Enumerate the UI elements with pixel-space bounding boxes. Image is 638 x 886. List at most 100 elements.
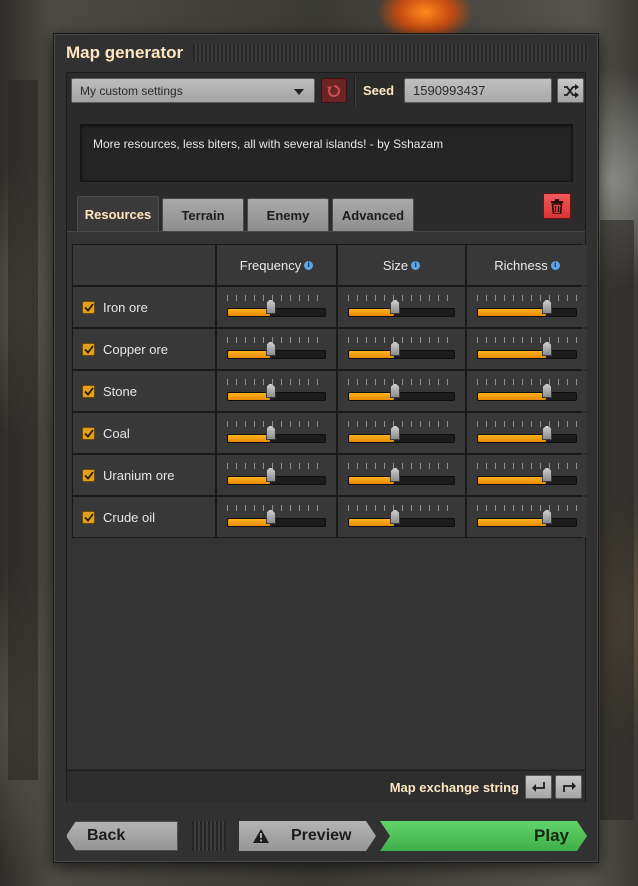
size-cell	[338, 371, 465, 411]
richness-slider[interactable]	[477, 461, 577, 489]
slider-ticks	[477, 337, 577, 347]
resource-checkbox[interactable]	[82, 342, 95, 356]
resource-checkbox[interactable]	[82, 510, 95, 524]
richness-cell	[467, 455, 587, 495]
slider-fill	[478, 309, 546, 316]
exchange-string-bar: Map exchange string	[67, 770, 585, 802]
delete-preset-button[interactable]	[543, 193, 571, 219]
chevron-down-icon	[294, 89, 304, 95]
column-label: Size	[382, 257, 409, 273]
richness-slider[interactable]	[477, 293, 577, 321]
richness-slider[interactable]	[477, 335, 577, 363]
trash-icon	[551, 198, 563, 214]
richness-cell	[467, 329, 587, 369]
slider-ticks	[348, 505, 455, 515]
table-row: Coal	[73, 413, 215, 453]
shuffle-icon	[563, 83, 579, 98]
preset-dropdown[interactable]: My custom settings	[71, 78, 315, 103]
info-icon[interactable]: i	[550, 260, 560, 270]
frequency-cell	[217, 371, 336, 411]
frequency-slider[interactable]	[227, 461, 326, 489]
column-label: Frequency	[239, 257, 302, 273]
preset-description: More resources, less biters, all with se…	[80, 124, 573, 182]
resource-checkbox[interactable]	[82, 468, 95, 482]
frequency-slider[interactable]	[227, 377, 326, 405]
reset-icon	[327, 84, 340, 97]
seed-input[interactable]: 1590993437	[404, 78, 552, 103]
preview-button[interactable]: Preview	[239, 821, 376, 851]
resources-panel: Frequency i Size i Richness i Iron ore Co…	[67, 231, 587, 769]
size-slider[interactable]	[348, 335, 455, 363]
settings-panel: My custom settings Seed 1590993437 More …	[66, 72, 587, 802]
resource-name: Coal	[103, 425, 130, 441]
size-slider[interactable]	[348, 377, 455, 405]
frequency-slider[interactable]	[227, 293, 326, 321]
frequency-cell	[217, 497, 336, 537]
slider-ticks	[227, 421, 326, 431]
table-row: Iron ore	[73, 287, 215, 327]
size-slider[interactable]	[348, 293, 455, 321]
import-string-button[interactable]	[525, 775, 552, 799]
play-button[interactable]: Play	[380, 821, 587, 851]
resource-name: Stone	[103, 383, 137, 399]
tab-resources[interactable]: Resources	[77, 196, 159, 232]
export-string-button[interactable]	[555, 775, 582, 799]
slider-fill	[228, 393, 270, 400]
title-bar[interactable]: Map generator	[54, 34, 598, 72]
column-label: Richness	[494, 257, 548, 273]
slider-ticks	[477, 421, 577, 431]
richness-cell	[467, 371, 587, 411]
richness-slider[interactable]	[477, 419, 577, 447]
seed-label: Seed	[363, 83, 395, 98]
slider-ticks	[348, 379, 455, 389]
map-generator-window: Map generator My custom settings Seed 15…	[53, 33, 599, 863]
drag-handle[interactable]	[193, 44, 588, 62]
table-row: Copper ore	[73, 329, 215, 369]
tab-advanced[interactable]: Advanced	[332, 198, 414, 231]
column-header-size: Size i	[338, 245, 465, 285]
slider-ticks	[348, 421, 455, 431]
richness-cell	[467, 497, 587, 537]
slider-ticks	[348, 337, 455, 347]
slider-ticks	[477, 295, 577, 305]
slider-ticks	[477, 463, 577, 473]
size-cell	[338, 497, 465, 537]
frequency-slider[interactable]	[227, 419, 326, 447]
size-slider[interactable]	[348, 461, 455, 489]
info-icon[interactable]: i	[411, 260, 421, 270]
slider-fill	[478, 435, 546, 442]
slider-fill	[478, 519, 546, 526]
slider-fill	[478, 393, 546, 400]
frequency-cell	[217, 287, 336, 327]
frequency-slider[interactable]	[227, 503, 326, 531]
drag-handle	[192, 821, 226, 851]
slider-fill	[228, 351, 270, 358]
resource-checkbox[interactable]	[82, 426, 95, 440]
slider-ticks	[227, 337, 326, 347]
checkmark-icon	[83, 344, 94, 354]
preview-label: Preview	[291, 827, 352, 844]
tab-enemy[interactable]: Enemy	[247, 198, 329, 231]
size-cell	[338, 329, 465, 369]
back-button[interactable]: Back	[66, 821, 178, 851]
checkmark-icon	[83, 470, 94, 480]
size-slider[interactable]	[348, 503, 455, 531]
frequency-cell	[217, 413, 336, 453]
warning-icon	[253, 829, 269, 843]
richness-slider[interactable]	[477, 503, 577, 531]
column-header-richness: Richness i	[467, 245, 587, 285]
info-icon[interactable]: i	[304, 260, 314, 270]
richness-cell	[467, 413, 587, 453]
frequency-cell	[217, 329, 336, 369]
reset-preset-button[interactable]	[321, 78, 347, 103]
richness-cell	[467, 287, 587, 327]
richness-slider[interactable]	[477, 377, 577, 405]
resource-checkbox[interactable]	[82, 384, 95, 398]
resource-checkbox[interactable]	[82, 300, 95, 314]
frequency-slider[interactable]	[227, 335, 326, 363]
size-slider[interactable]	[348, 419, 455, 447]
table-header-corner	[73, 245, 215, 285]
tab-terrain[interactable]: Terrain	[162, 198, 244, 231]
randomize-seed-button[interactable]	[557, 78, 584, 103]
slider-fill	[349, 435, 395, 442]
